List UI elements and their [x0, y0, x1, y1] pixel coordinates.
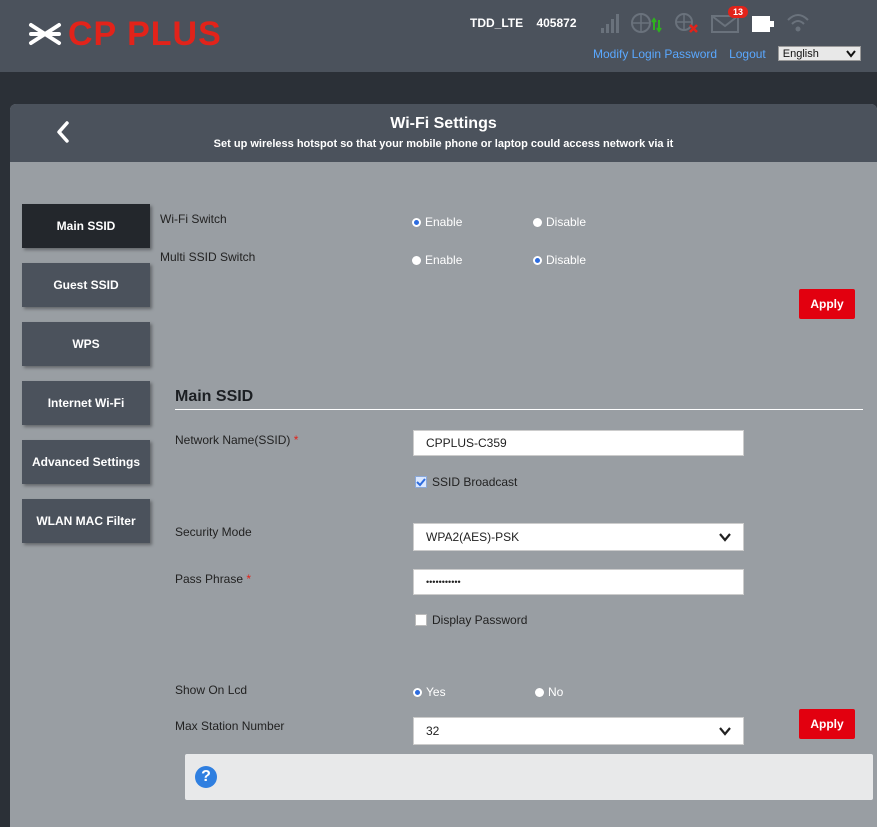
- status-icons: 13: [600, 6, 810, 39]
- main-content: Wi-Fi Switch Enable Disable Multi SSID S…: [160, 162, 877, 827]
- sidebar-item-wlan-mac-filter[interactable]: WLAN MAC Filter: [22, 499, 150, 543]
- message-count-badge: 13: [727, 6, 748, 18]
- sidebar-item-main-ssid[interactable]: Main SSID: [22, 204, 150, 248]
- section-divider: [175, 409, 863, 410]
- data-connection-icon: [630, 12, 664, 39]
- top-bar: CP PLUS TDD_LTE 405872 13 Modify Login P…: [0, 0, 877, 72]
- radio-selected-icon: [533, 255, 542, 265]
- network-status: TDD_LTE 405872: [470, 16, 587, 30]
- messages-icon[interactable]: 13: [710, 6, 748, 39]
- show-on-lcd-yes-radio[interactable]: Yes: [413, 685, 446, 699]
- wifi-switch-enable-radio[interactable]: Enable: [412, 215, 462, 229]
- signal-strength-icon: [600, 12, 620, 39]
- radio-selected-icon: [412, 217, 421, 227]
- logo-cross-icon: [29, 23, 61, 45]
- network-name-label: Network Name(SSID) *: [175, 433, 298, 447]
- sidebar-item-label: Advanced Settings: [31, 455, 141, 469]
- settings-panel: Wi-Fi Settings Set up wireless hotspot s…: [10, 104, 877, 827]
- checkbox-unchecked-icon: [415, 614, 427, 626]
- multi-ssid-switch-label: Multi SSID Switch: [160, 250, 256, 264]
- radio-unselected-icon: [412, 255, 421, 265]
- radio-label: Disable: [546, 253, 587, 267]
- show-on-lcd-no-radio[interactable]: No: [535, 685, 563, 699]
- sidebar-item-guest-ssid[interactable]: Guest SSID: [22, 263, 150, 307]
- sidebar-item-label: Main SSID: [56, 219, 116, 233]
- sidebar-item-advanced-settings[interactable]: Advanced Settings: [22, 440, 150, 484]
- ssid-broadcast-checkbox[interactable]: SSID Broadcast: [415, 475, 517, 489]
- network-name-label-text: Network Name(SSID): [175, 433, 291, 447]
- wifi-switch-label: Wi-Fi Switch: [160, 212, 227, 226]
- wifi-icon: [786, 12, 810, 39]
- checkbox-label: SSID Broadcast: [432, 475, 518, 489]
- show-on-lcd-label: Show On Lcd: [175, 683, 248, 697]
- radio-label: Yes: [426, 685, 446, 699]
- security-mode-value: WPA2(AES)-PSK: [426, 530, 520, 544]
- logout-link[interactable]: Logout: [729, 47, 766, 61]
- modify-login-password-link[interactable]: Modify Login Password: [593, 47, 717, 61]
- help-box: ?: [185, 754, 873, 800]
- required-mark: *: [246, 572, 252, 586]
- radio-selected-icon: [413, 687, 422, 697]
- sidebar: Main SSID Guest SSID WPS Internet Wi-Fi …: [22, 204, 150, 558]
- max-station-label: Max Station Number: [175, 719, 285, 733]
- radio-label: No: [548, 685, 564, 699]
- sim-card-icon: [750, 12, 776, 39]
- account-links: Modify Login Password Logout English: [593, 46, 861, 61]
- page-subtitle: Set up wireless hotspot so that your mob…: [213, 138, 674, 150]
- checkbox-checked-icon: [415, 476, 427, 488]
- network-name-input[interactable]: CPPLUS-C359: [413, 430, 744, 456]
- chevron-down-icon: [845, 49, 856, 58]
- pass-phrase-input[interactable]: •••••••••••: [413, 569, 744, 595]
- radio-label: Disable: [546, 215, 587, 229]
- required-mark: *: [293, 433, 299, 447]
- security-mode-label: Security Mode: [175, 525, 252, 539]
- network-id: 405872: [536, 16, 577, 30]
- sidebar-item-label: Guest SSID: [53, 278, 119, 292]
- pass-phrase-label: Pass Phrase *: [175, 572, 251, 586]
- panel-header: Wi-Fi Settings Set up wireless hotspot s…: [10, 104, 877, 162]
- cp-plus-logo: CP PLUS: [28, 14, 222, 54]
- logo-text: CP PLUS: [68, 14, 222, 53]
- pass-phrase-label-text: Pass Phrase: [175, 572, 244, 586]
- language-select[interactable]: English: [777, 46, 861, 61]
- roaming-off-icon: [674, 12, 700, 39]
- sidebar-item-internet-wifi[interactable]: Internet Wi-Fi: [22, 381, 150, 425]
- radio-label: Enable: [425, 253, 463, 267]
- multi-ssid-disable-radio[interactable]: Disable: [533, 253, 586, 267]
- radio-unselected-icon: [535, 687, 544, 697]
- apply-main-ssid-button[interactable]: Apply: [799, 709, 855, 739]
- sidebar-item-label: Internet Wi-Fi: [47, 396, 125, 410]
- chevron-down-icon: [719, 532, 731, 542]
- multi-ssid-enable-radio[interactable]: Enable: [412, 253, 462, 267]
- security-mode-select[interactable]: WPA2(AES)-PSK: [413, 523, 744, 551]
- chevron-down-icon: [719, 726, 731, 736]
- checkbox-label: Display Password: [432, 613, 528, 627]
- apply-switch-button[interactable]: Apply: [799, 289, 855, 319]
- network-type: TDD_LTE: [470, 16, 524, 30]
- question-icon[interactable]: ?: [195, 766, 217, 788]
- sidebar-item-label: WLAN MAC Filter: [36, 514, 136, 528]
- max-station-value: 32: [426, 724, 440, 738]
- wifi-switch-disable-radio[interactable]: Disable: [533, 215, 586, 229]
- max-station-select[interactable]: 32: [413, 717, 744, 745]
- sidebar-item-label: WPS: [72, 337, 100, 351]
- main-ssid-section-title: Main SSID: [175, 388, 254, 405]
- display-password-checkbox[interactable]: Display Password: [415, 613, 527, 627]
- radio-label: Enable: [425, 215, 463, 229]
- radio-unselected-icon: [533, 217, 542, 227]
- language-value: English: [782, 47, 819, 60]
- page-title: Wi-Fi Settings: [390, 115, 497, 132]
- sidebar-item-wps[interactable]: WPS: [22, 322, 150, 366]
